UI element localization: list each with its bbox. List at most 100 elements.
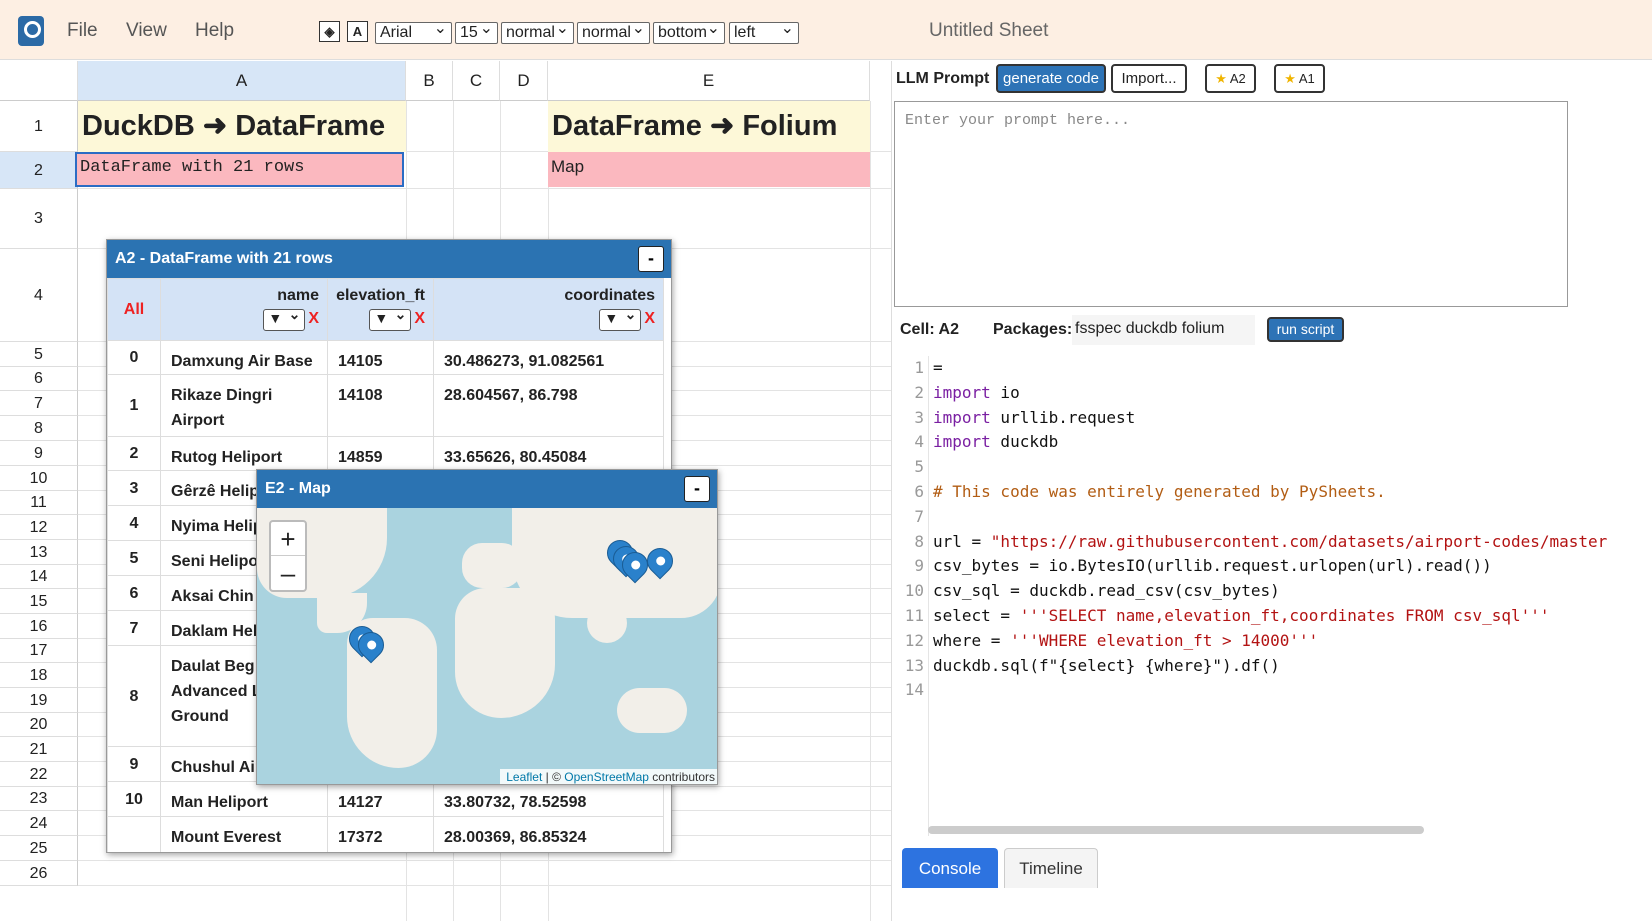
clear-filter-icon[interactable]: X: [414, 310, 425, 327]
land-southeast-asia: [587, 603, 627, 643]
row-header-4[interactable]: 4: [0, 249, 78, 342]
row-header-22[interactable]: 22: [0, 762, 78, 787]
favorite-a1-button[interactable]: ★ A1: [1274, 64, 1325, 93]
run-script-button[interactable]: run script: [1267, 317, 1344, 342]
row-header-26[interactable]: 26: [0, 861, 78, 886]
code-line[interactable]: select = '''SELECT name,elevation_ft,coo…: [933, 606, 1550, 625]
filter-dropdown[interactable]: ▼: [599, 306, 642, 331]
table-row[interactable]: 11Mount Everest Base Camp Heliport173722…: [107, 816, 664, 852]
table-row[interactable]: 0 Damxung Air Base 14105 30.486273, 91.0825…: [107, 340, 664, 375]
row-header-21[interactable]: 21: [0, 737, 78, 762]
line-number: 9: [914, 556, 924, 576]
font-size-select[interactable]: 15: [455, 19, 498, 44]
column-header-a[interactable]: A: [78, 61, 406, 101]
code-line[interactable]: where = '''WHERE elevation_ft > 14000''': [933, 631, 1318, 650]
code-line[interactable]: import duckdb: [933, 432, 1058, 451]
cell-coordinates: 33.80732, 78.52598: [433, 781, 664, 817]
line-number: 5: [914, 457, 924, 477]
openstreetmap-link[interactable]: OpenStreetMap: [564, 770, 649, 784]
map-popup[interactable]: E2 - Map - + – Leaflet | © OpenStreetMap…: [256, 469, 718, 785]
row-header-25[interactable]: 25: [0, 836, 78, 861]
favorite-a2-button[interactable]: ★ A2: [1205, 64, 1256, 93]
row-header-8[interactable]: 8: [0, 416, 78, 441]
zoom-out-button[interactable]: –: [271, 556, 305, 590]
row-header-12[interactable]: 12: [0, 515, 78, 540]
row-header-7[interactable]: 7: [0, 391, 78, 416]
row-index: 7: [107, 610, 161, 646]
fill-color-icon[interactable]: ◈: [319, 21, 340, 42]
row-index: 9: [107, 746, 161, 782]
column-header-d[interactable]: D: [500, 61, 548, 101]
row-index: 4: [107, 505, 161, 541]
row-header-18[interactable]: 18: [0, 663, 78, 688]
code-line[interactable]: import io: [933, 383, 1020, 402]
menu-help[interactable]: Help: [195, 20, 234, 42]
menu-view[interactable]: View: [126, 20, 167, 42]
font-style-select[interactable]: normal: [577, 19, 650, 44]
table-row[interactable]: 10 Man Heliport 14127 33.80732, 78.52598: [107, 781, 664, 817]
row-header-9[interactable]: 9: [0, 441, 78, 466]
table-row[interactable]: 2 Rutog Heliport 14859 33.65626, 80.45084: [107, 436, 664, 471]
map-popup-header[interactable]: E2 - Map -: [257, 470, 717, 508]
text-color-icon[interactable]: A: [347, 21, 368, 42]
header-elevation: elevation_ft ▼X: [327, 278, 434, 341]
cell-a1[interactable]: DuckDB ➜ DataFrame: [78, 101, 406, 152]
sheet-title[interactable]: Untitled Sheet: [929, 20, 1048, 42]
dataframe-popup-header[interactable]: A2 - DataFrame with 21 rows -: [107, 240, 671, 278]
code-line[interactable]: import urllib.request: [933, 408, 1135, 427]
row-header-13[interactable]: 13: [0, 540, 78, 565]
font-family-select[interactable]: Arial: [375, 19, 452, 44]
row-header-1[interactable]: 1: [0, 101, 78, 152]
row-header-17[interactable]: 17: [0, 639, 78, 663]
column-header-c[interactable]: C: [453, 61, 500, 101]
row-header-19[interactable]: 19: [0, 688, 78, 713]
row-header-5[interactable]: 5: [0, 342, 78, 367]
code-line[interactable]: csv_sql = duckdb.read_csv(csv_bytes): [933, 581, 1280, 600]
menu-file[interactable]: File: [67, 20, 98, 42]
code-line[interactable]: url = "https://raw.githubusercontent.com…: [933, 532, 1607, 551]
generate-code-button[interactable]: generate code: [996, 64, 1106, 93]
code-line[interactable]: csv_bytes = io.BytesIO(urllib.request.ur…: [933, 556, 1492, 575]
packages-input[interactable]: fsspec duckdb folium: [1072, 315, 1255, 345]
prompt-input[interactable]: Enter your prompt here...: [894, 101, 1568, 307]
clear-filter-icon[interactable]: X: [644, 310, 655, 327]
cell-e2[interactable]: Map: [548, 152, 870, 187]
table-row[interactable]: 1 Rikaze Dingri Airport 14108 28.604567, 86…: [107, 374, 664, 437]
tab-timeline[interactable]: Timeline: [1004, 848, 1098, 888]
row-header-3[interactable]: 3: [0, 189, 78, 249]
cell-elevation: 14859: [327, 436, 434, 471]
filter-dropdown[interactable]: ▼: [263, 306, 306, 331]
filter-dropdown[interactable]: ▼: [369, 306, 412, 331]
select-all-cell[interactable]: All: [107, 278, 161, 341]
minimize-button[interactable]: -: [684, 476, 710, 502]
row-header-24[interactable]: 24: [0, 811, 78, 836]
horizontal-scrollbar[interactable]: [928, 826, 1424, 834]
code-line[interactable]: duckdb.sql(f"{select} {where}").df(): [933, 656, 1280, 675]
folium-map[interactable]: + – Leaflet | © OpenStreetMap contributo…: [257, 508, 717, 784]
row-header-20[interactable]: 20: [0, 713, 78, 737]
cell-a2[interactable]: DataFrame with 21 rows: [75, 152, 404, 187]
cell-e1[interactable]: DataFrame ➜ Folium: [548, 101, 870, 152]
code-line[interactable]: =: [933, 358, 943, 377]
row-header-11[interactable]: 11: [0, 491, 78, 515]
row-header-16[interactable]: 16: [0, 614, 78, 639]
code-line[interactable]: # This code was entirely generated by Py…: [933, 482, 1386, 501]
row-index: 10: [107, 781, 161, 817]
row-header-23[interactable]: 23: [0, 787, 78, 811]
import-button[interactable]: Import...: [1111, 64, 1187, 93]
leaflet-link[interactable]: Leaflet: [506, 770, 542, 784]
zoom-in-button[interactable]: +: [271, 522, 305, 556]
column-header-b[interactable]: B: [406, 61, 453, 101]
column-header-e[interactable]: E: [548, 61, 870, 101]
clear-filter-icon[interactable]: X: [308, 310, 319, 327]
row-header-6[interactable]: 6: [0, 367, 78, 391]
minimize-button[interactable]: -: [638, 246, 664, 272]
vertical-align-select[interactable]: bottom: [653, 19, 725, 44]
row-header-15[interactable]: 15: [0, 589, 78, 614]
row-header-2[interactable]: 2: [0, 152, 78, 189]
row-header-10[interactable]: 10: [0, 466, 78, 491]
tab-console[interactable]: Console: [902, 848, 998, 888]
font-weight-select[interactable]: normal: [501, 19, 574, 44]
row-header-14[interactable]: 14: [0, 565, 78, 589]
horizontal-align-select[interactable]: left: [729, 19, 799, 44]
